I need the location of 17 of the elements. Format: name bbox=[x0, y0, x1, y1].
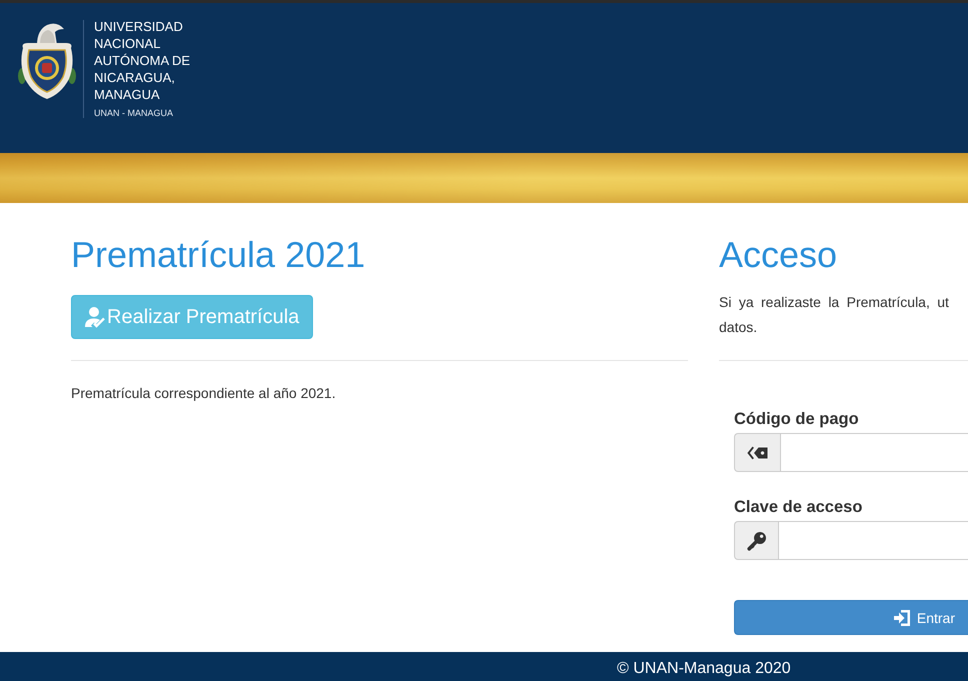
sign-in-icon bbox=[892, 608, 911, 626]
key-icon bbox=[747, 530, 767, 550]
university-acronym: UNAN - MANAGUA bbox=[94, 107, 174, 119]
field-label: Código de pago bbox=[734, 409, 859, 429]
section-title: Acceso bbox=[719, 235, 838, 275]
university-name: UNIVERSIDAD NACIONAL AUTÓNOMA DE NICARAGUA, MANAGUA bbox=[94, 18, 190, 103]
intro-text: Si ya realizaste la Prematrícula, ut datos. bbox=[719, 293, 949, 337]
section-title: Prematrícula 2021 bbox=[71, 235, 366, 275]
user-check-icon bbox=[85, 306, 106, 328]
submit-button[interactable]: Entrar bbox=[734, 600, 968, 635]
field-label: Clave de acceso bbox=[734, 497, 862, 517]
input-field[interactable] bbox=[778, 521, 968, 560]
input-field[interactable] bbox=[780, 433, 968, 472]
description-text: Prematrícula correspondiente al año 2021. bbox=[71, 384, 336, 403]
tag-icon bbox=[747, 444, 769, 460]
enroll-button[interactable]: Realizar Prematrícula bbox=[71, 295, 314, 339]
copyright-text: © UNAN-Managua 2020 bbox=[617, 659, 791, 679]
